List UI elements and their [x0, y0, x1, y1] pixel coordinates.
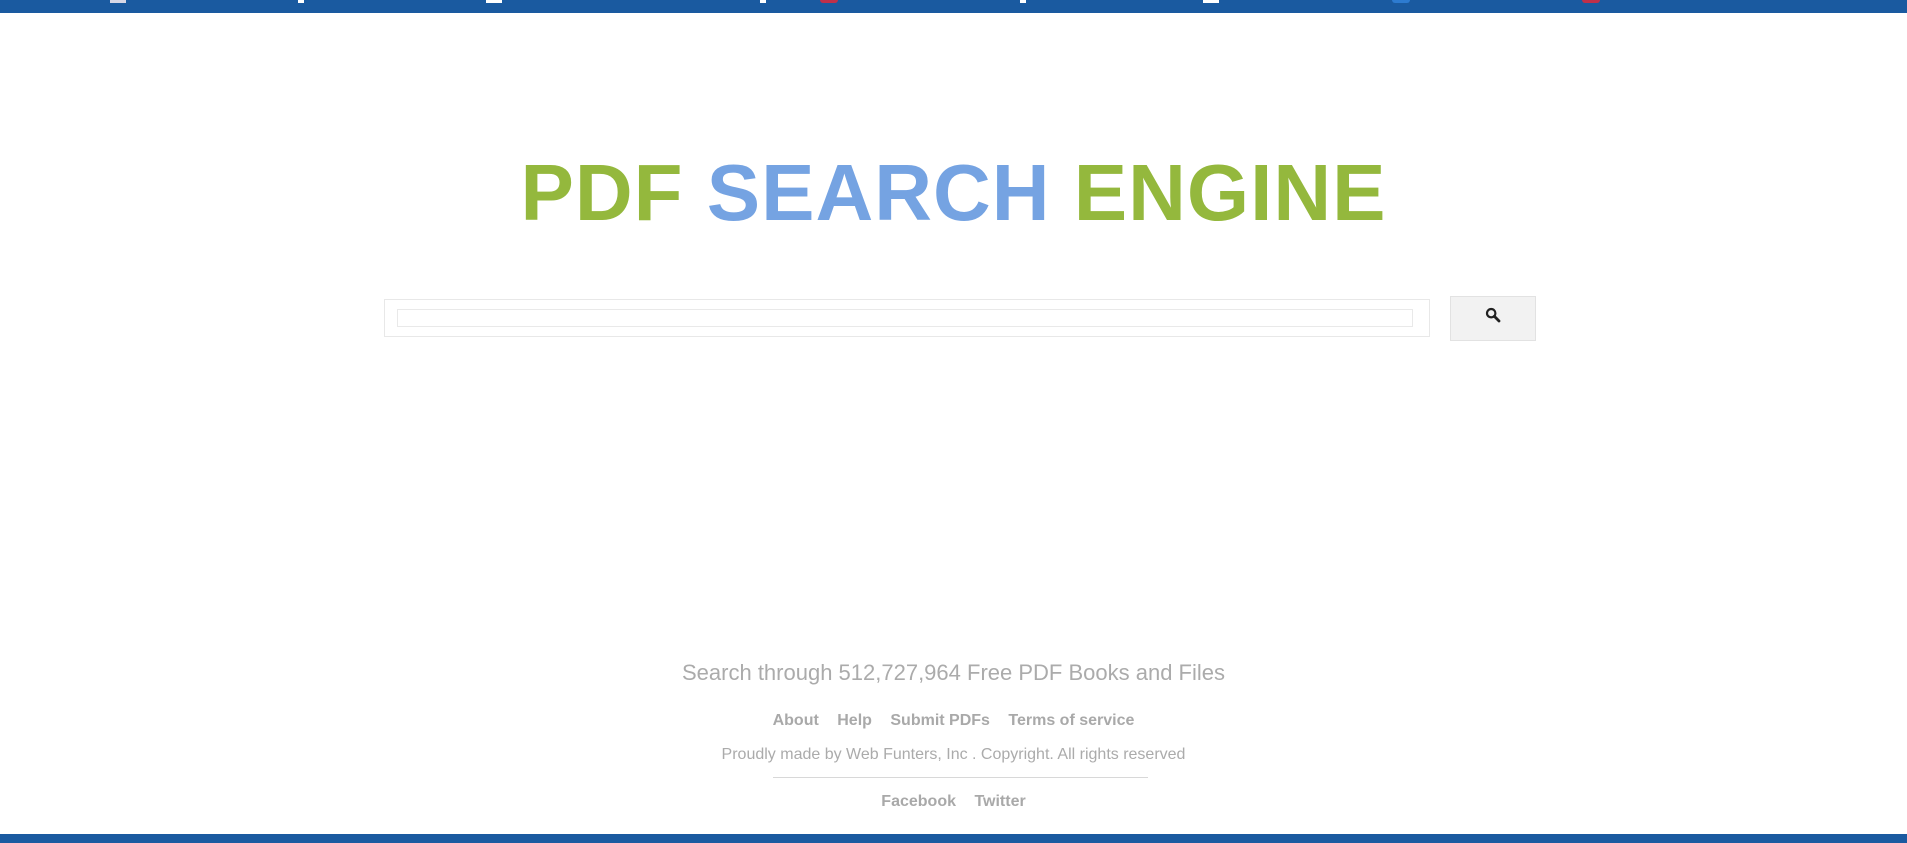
footer-link-submit-pdfs[interactable]: Submit PDFs — [890, 712, 990, 729]
social-link-facebook[interactable]: Facebook — [881, 793, 956, 810]
bottom-bar — [0, 834, 1907, 843]
search-input[interactable] — [397, 309, 1413, 327]
partial-icon — [298, 0, 304, 3]
footer-link-help[interactable]: Help — [837, 712, 872, 729]
social-links: Facebook Twitter — [0, 793, 1907, 811]
footer-link-terms[interactable]: Terms of service — [1008, 712, 1134, 729]
logo-text-pdf: PDF — [520, 148, 684, 237]
footer-nav: About Help Submit PDFs Terms of service — [0, 712, 1907, 730]
partial-icon — [1392, 0, 1410, 3]
logo-text-engine: ENGINE — [1073, 148, 1387, 237]
partial-icon — [1582, 0, 1600, 3]
partial-icon — [820, 0, 838, 3]
top-banner — [0, 0, 1907, 13]
social-link-twitter[interactable]: Twitter — [974, 793, 1025, 810]
copyright-text: Proudly made by Web Funters, Inc . Copyr… — [721, 746, 1186, 763]
footer-divider — [773, 777, 1148, 778]
partial-icon — [1203, 0, 1219, 3]
partial-icon — [486, 0, 502, 3]
logo-text-search: SEARCH — [706, 148, 1051, 237]
search-icon — [1485, 307, 1501, 323]
tagline: Search through 512,727,964 Free PDF Book… — [682, 660, 1225, 685]
partial-icon — [1020, 0, 1026, 3]
search-button[interactable] — [1450, 296, 1536, 341]
partial-icon — [110, 0, 126, 3]
search-box — [384, 299, 1430, 337]
partial-icon — [760, 0, 766, 3]
site-logo[interactable]: PDF SEARCH ENGINE — [0, 148, 1907, 238]
footer-link-about[interactable]: About — [773, 712, 819, 729]
